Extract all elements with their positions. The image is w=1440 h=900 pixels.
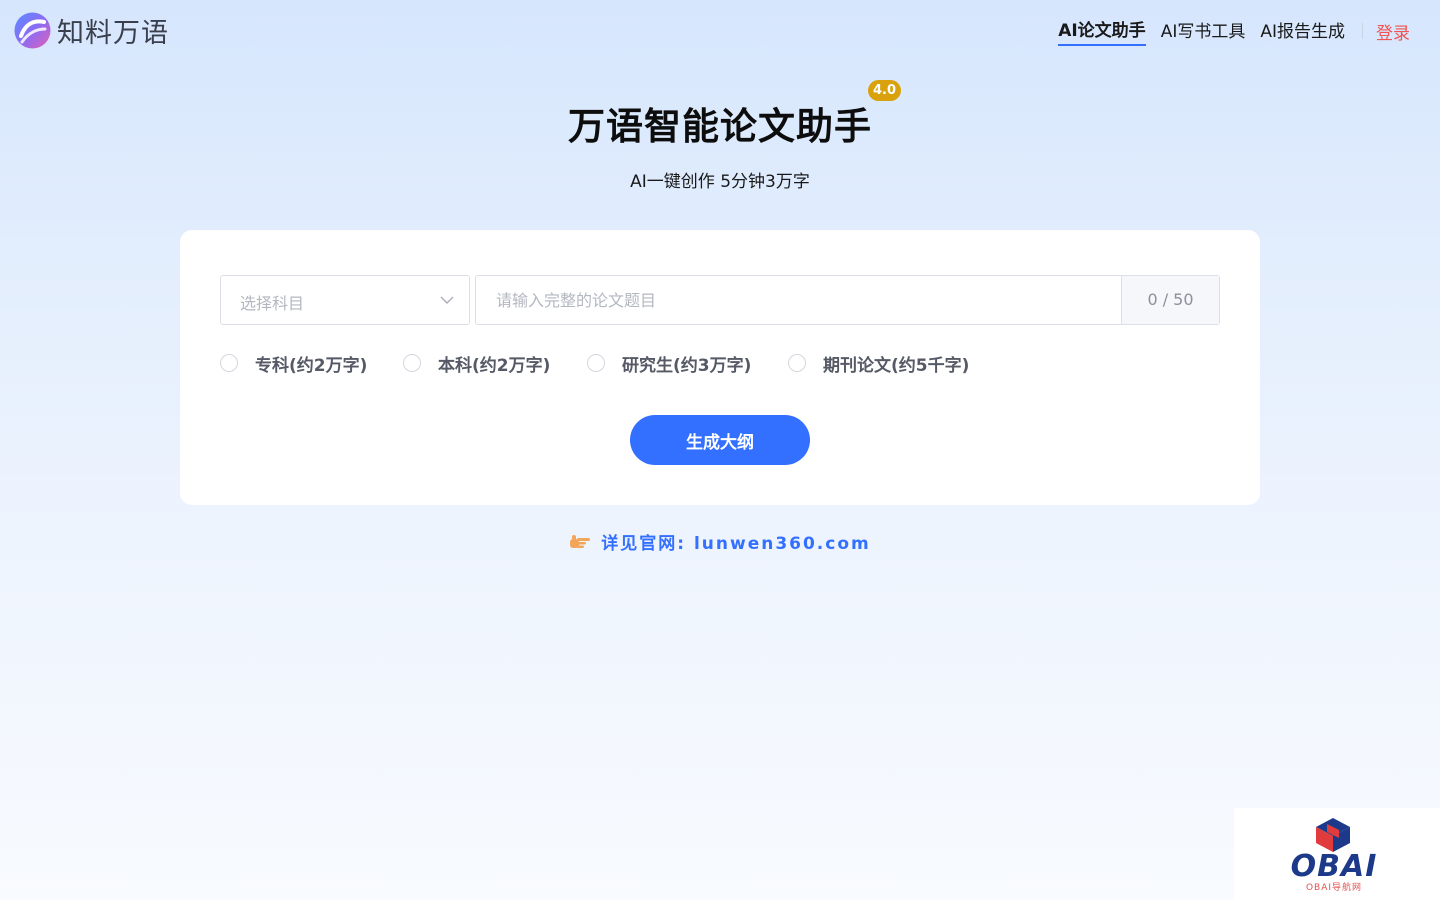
level-option-undergraduate[interactable]: 本科(约2万字) <box>403 351 551 376</box>
page-subtitle: AI一键创作 5分钟3万字 <box>630 172 810 192</box>
level-option-junior-college[interactable]: 专科(约2万字) <box>220 351 368 376</box>
nav-item-ai-paper[interactable]: AI论文助手 <box>1058 16 1146 46</box>
brand-name: 知料万语 <box>57 18 169 49</box>
radio-button[interactable] <box>220 354 238 372</box>
subject-select[interactable]: 选择科目 <box>220 275 470 325</box>
level-option-label: 研究生(约3万字) <box>622 355 752 376</box>
brand-logo[interactable]: 知料万语 <box>14 11 169 50</box>
radio-button[interactable] <box>403 354 421 372</box>
watermark-text: OBAI <box>1290 849 1378 884</box>
paper-form-card: 选择科目 0 / 50 专科(约2万字) 本科(约2万字) 研究生(约3万字) … <box>180 230 1260 505</box>
brand-logo-icon <box>14 12 51 49</box>
nav-item-ai-book[interactable]: AI写书工具 <box>1161 17 1246 45</box>
obai-watermark: OBAI OBAI导航网 <box>1234 808 1440 900</box>
level-option-graduate[interactable]: 研究生(约3万字) <box>587 351 752 376</box>
level-option-journal[interactable]: 期刊论文(约5千字) <box>788 351 970 376</box>
official-website-note: 详见官网: lunwen360.com <box>0 529 1440 554</box>
char-counter: 0 / 50 <box>1121 276 1219 324</box>
topic-input[interactable] <box>476 276 1122 324</box>
radio-button[interactable] <box>587 354 605 372</box>
radio-button[interactable] <box>788 354 806 372</box>
page-title: 万语智能论文助手 <box>568 105 872 148</box>
level-option-label: 期刊论文(约5千字) <box>823 355 970 376</box>
pointing-hand-icon <box>570 534 591 548</box>
level-option-label: 本科(约2万字) <box>438 355 551 376</box>
generate-outline-button[interactable]: 生成大纲 <box>630 415 810 465</box>
topic-input-group: 0 / 50 <box>475 275 1220 325</box>
nav-divider <box>1362 23 1363 39</box>
top-header: 知料万语 AI论文助手 AI写书工具 AI报告生成 登录 <box>0 0 1440 60</box>
main-nav: AI论文助手 AI写书工具 AI报告生成 登录 <box>1058 16 1440 46</box>
level-option-label: 专科(约2万字) <box>255 355 368 376</box>
version-badge: 4.0 <box>868 80 901 101</box>
chevron-down-icon <box>440 296 454 304</box>
watermark-subtext: OBAI导航网 <box>1305 883 1363 893</box>
login-link[interactable]: 登录 <box>1376 19 1410 44</box>
subject-select-placeholder: 选择科目 <box>240 294 305 313</box>
nav-item-ai-report[interactable]: AI报告生成 <box>1260 17 1345 45</box>
official-website-link[interactable]: 详见官网: lunwen360.com <box>601 529 871 554</box>
